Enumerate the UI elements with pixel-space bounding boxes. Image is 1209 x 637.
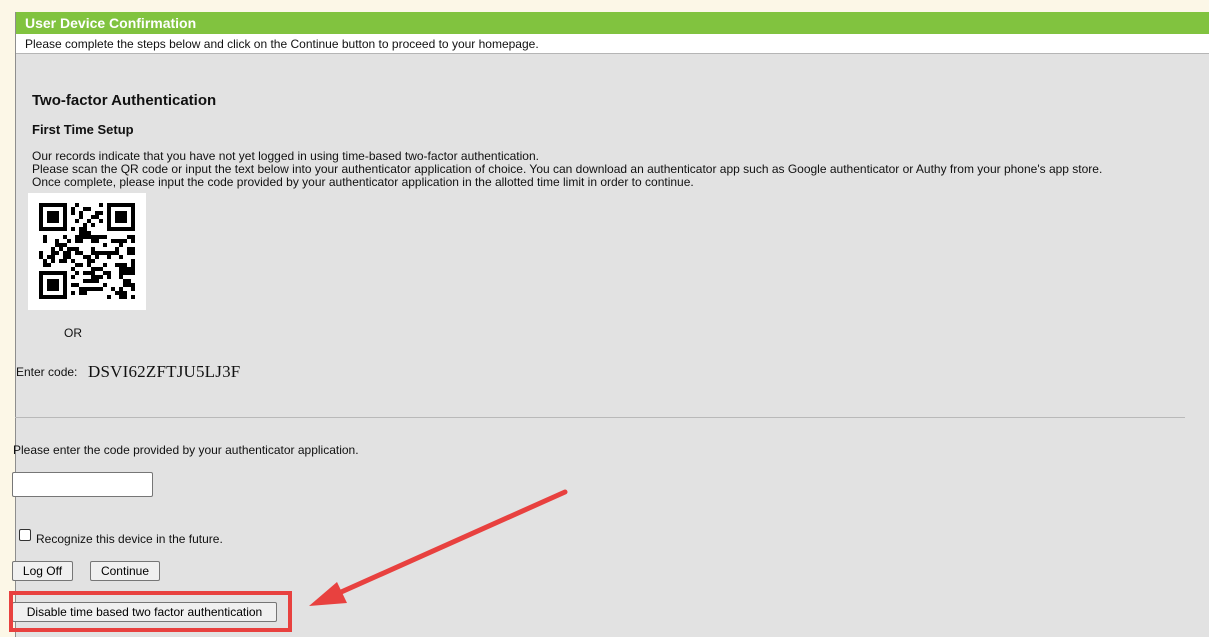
page-frame: User Device Confirmation Please complete… xyxy=(0,0,1209,637)
annotation-arrow-icon xyxy=(309,489,568,606)
